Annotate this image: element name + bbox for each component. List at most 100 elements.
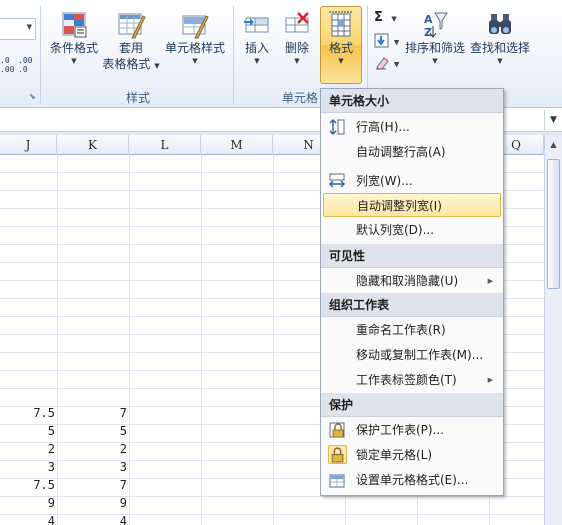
table-format-label-1: 套用 xyxy=(118,41,143,55)
number-format-dropdown[interactable]: ▼ xyxy=(0,18,36,40)
cell-k[interactable]: 2 xyxy=(57,442,127,456)
menu-item-lock-cell[interactable]: 锁定单元格(L) xyxy=(323,443,501,467)
increase-decimal-button[interactable]: .00 .0 xyxy=(18,56,36,76)
menu-item-label: 保护工作表(P)... xyxy=(356,423,445,437)
menu-item-label: 移动或复制工作表(M)... xyxy=(356,348,484,362)
menu-section-protection: 保护 xyxy=(321,393,503,417)
conditional-format-button[interactable]: 条件格式 ▼ xyxy=(46,10,102,66)
cell-styles-button[interactable]: 单元格样式 ▼ xyxy=(160,10,230,66)
cell-k[interactable]: 3 xyxy=(57,460,127,474)
menu-item-row-height[interactable]: 行高(H)... xyxy=(323,115,501,139)
chevron-down-icon: ▼ xyxy=(393,60,400,69)
lock-cell-icon xyxy=(331,447,344,463)
styles-group-label: 样式 xyxy=(125,91,150,105)
column-width-icon xyxy=(329,173,345,188)
number-group-launcher-icon[interactable]: ⬊ xyxy=(29,92,38,101)
sort-filter-label: 排序和筛选 xyxy=(404,41,465,55)
scroll-up-button[interactable]: ▲ xyxy=(545,135,562,155)
find-select-label: 查找和选择 xyxy=(469,41,530,55)
find-select-button[interactable]: 查找和选择 ▼ xyxy=(468,10,532,66)
chevron-down-icon: ▼ xyxy=(254,57,260,65)
format-cells-icon xyxy=(329,11,353,37)
format-dropdown-menu: 单元格大小 行高(H)... 自动调整行高(A) 列宽(W)... 自动调整列宽… xyxy=(320,88,504,496)
find-select-icon xyxy=(489,14,511,34)
cell-j[interactable]: 9 xyxy=(0,496,55,510)
menu-item-label: 重命名工作表(R) xyxy=(356,323,446,337)
format-cells-dialog-icon xyxy=(329,474,345,488)
chevron-down-icon: ▼ xyxy=(550,115,557,125)
cell-j[interactable]: 7.5 xyxy=(0,406,55,420)
menu-item-format-cells[interactable]: 设置单元格格式(E)... xyxy=(323,468,501,492)
row-height-icon xyxy=(329,119,345,135)
chevron-down-icon: ▼ xyxy=(393,38,400,47)
chevron-down-icon: ▼ xyxy=(71,57,77,65)
delete-cells-button[interactable]: 删除 ▼ xyxy=(278,10,316,66)
format-button[interactable]: 格式 ▼ xyxy=(320,10,362,66)
column-header-k[interactable]: K xyxy=(57,135,129,155)
lock-cell-state-box xyxy=(328,445,347,464)
insert-cells-icon xyxy=(244,17,269,33)
insert-cells-button[interactable]: 插入 ▼ xyxy=(238,10,276,66)
menu-item-autofit-column-width[interactable]: 自动调整列宽(I) xyxy=(323,193,501,217)
column-header-m[interactable]: M xyxy=(201,135,273,155)
cell-j[interactable]: 4 xyxy=(0,514,55,525)
chevron-down-icon: ▼ xyxy=(391,15,397,23)
cell-k[interactable]: 7 xyxy=(57,406,127,420)
menu-item-label: 默认列宽(D)... xyxy=(356,223,435,237)
menu-item-column-width[interactable]: 列宽(W)... xyxy=(323,169,501,193)
cell-k[interactable]: 5 xyxy=(57,424,127,438)
menu-item-label: 列宽(W)... xyxy=(356,174,413,188)
menu-item-autofit-row-height[interactable]: 自动调整行高(A) xyxy=(323,140,501,164)
vertical-scrollbar[interactable]: ▲ ≡ xyxy=(544,135,562,525)
svg-text:Z: Z xyxy=(424,26,432,39)
clear-button[interactable]: ▼ xyxy=(374,55,402,73)
column-header-l[interactable]: L xyxy=(129,135,201,155)
menu-section-visibility: 可见性 xyxy=(321,244,503,268)
cell-j[interactable]: 5 xyxy=(0,424,55,438)
chevron-down-icon: ▼ xyxy=(497,57,503,65)
menu-section-cell-size: 单元格大小 xyxy=(321,89,503,113)
chevron-down-icon: ▼ xyxy=(432,57,438,65)
table-format-icon xyxy=(118,13,146,39)
cells-group-label: 单元格 xyxy=(281,91,318,105)
delete-label: 删除 xyxy=(284,41,309,55)
cell-k[interactable]: 9 xyxy=(57,496,127,510)
cell-styles-label: 单元格样式 xyxy=(164,41,225,55)
sort-filter-button[interactable]: A Z 排序和筛选 ▼ xyxy=(404,10,466,66)
menu-item-label: 自动调整行高(A) xyxy=(356,145,446,159)
menu-section-organize-sheets: 组织工作表 xyxy=(321,293,503,317)
cell-j[interactable]: 7.5 xyxy=(0,478,55,492)
menu-item-hide-unhide[interactable]: 隐藏和取消隐藏(U) ▶ xyxy=(323,269,501,293)
autosum-icon: Σ xyxy=(374,10,383,25)
menu-item-label: 工作表标签颜色(T) xyxy=(356,373,457,387)
cell-k[interactable]: 7 xyxy=(57,478,127,492)
menu-item-default-width[interactable]: 默认列宽(D)... xyxy=(323,218,501,242)
menu-item-label: 锁定单元格(L) xyxy=(356,448,433,462)
menu-item-rename-sheet[interactable]: 重命名工作表(R) xyxy=(323,318,501,342)
conditional-format-icon xyxy=(62,12,87,38)
cell-j[interactable]: 2 xyxy=(0,442,55,456)
sort-filter-icon: A Z xyxy=(424,12,448,39)
svg-text:A: A xyxy=(424,13,433,26)
fill-button[interactable]: ▼ xyxy=(374,33,402,51)
conditional-format-label: 条件格式 xyxy=(49,41,98,55)
clear-icon xyxy=(376,57,389,70)
styles-group-launcher-icon xyxy=(222,92,231,101)
cell-k[interactable]: 4 xyxy=(57,514,127,525)
menu-item-protect-sheet[interactable]: 保护工作表(P)... xyxy=(323,418,501,442)
scrollbar-thumb[interactable] xyxy=(547,159,560,289)
submenu-arrow-icon: ▶ xyxy=(487,277,493,285)
protect-sheet-icon xyxy=(329,422,345,438)
autosum-button[interactable]: Σ ▼ xyxy=(374,10,402,28)
cell-j[interactable]: 3 xyxy=(0,460,55,474)
chevron-down-icon: ▼ xyxy=(338,57,344,65)
format-as-table-button[interactable]: 套用 表格格式 ▼ xyxy=(102,10,160,74)
menu-item-move-copy-sheet[interactable]: 移动或复制工作表(M)... xyxy=(323,343,501,367)
menu-item-tab-color[interactable]: 工作表标签颜色(T) ▶ xyxy=(323,368,501,392)
column-header-j[interactable]: J xyxy=(0,135,57,155)
cell-styles-icon xyxy=(182,15,209,39)
chevron-down-icon: ▼ xyxy=(154,62,160,70)
decrease-decimal-button[interactable]: .0 .00 xyxy=(0,56,16,76)
expand-formula-bar-button[interactable]: ▼ xyxy=(544,110,562,130)
format-label: 格式 xyxy=(328,41,353,55)
